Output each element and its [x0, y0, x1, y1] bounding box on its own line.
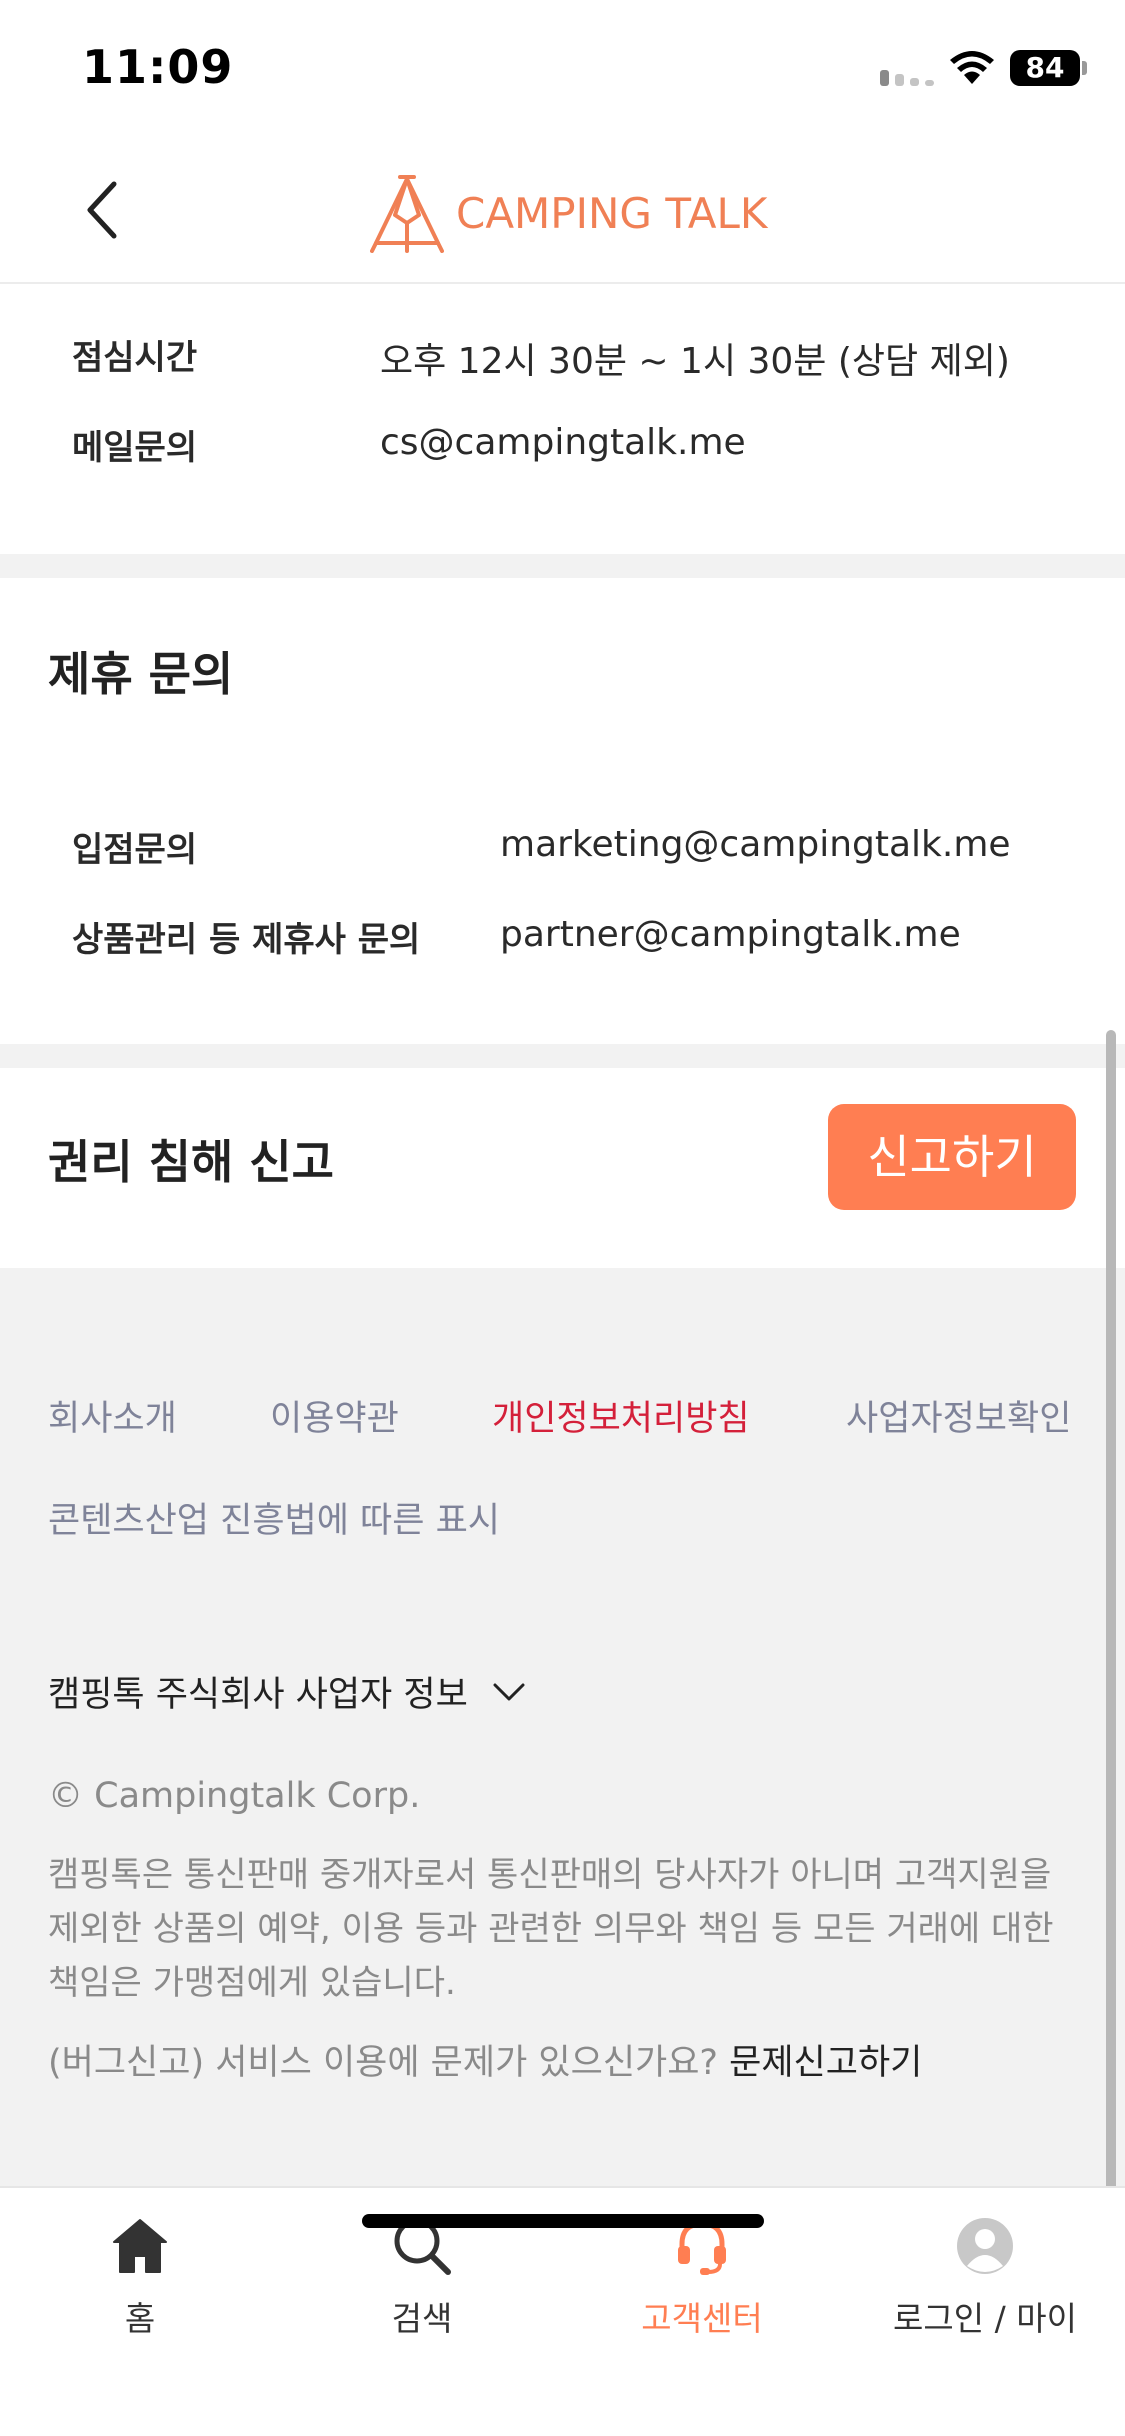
home-indicator: [362, 2214, 764, 2228]
status-time: 11:09: [82, 40, 234, 94]
cs-info-section: 점심시간 오후 12시 30분 ~ 1시 30분 (상담 제외) 메일문의 cs…: [0, 284, 1125, 554]
profile-icon: [957, 2218, 1013, 2274]
info-label: 입점문의: [72, 829, 198, 870]
nav-item-home[interactable]: 홈: [0, 2214, 280, 2344]
wifi-icon: [950, 51, 994, 84]
chevron-left-icon: [87, 181, 117, 239]
info-row-email: 메일문의: [72, 414, 197, 474]
info-value-lunch: 오후 12시 30분 ~ 1시 30분 (상담 제외): [380, 341, 1010, 382]
info-label: 상품관리 등 제휴사 문의: [72, 919, 421, 960]
back-button[interactable]: [70, 170, 140, 250]
info-value-partner-inquiry[interactable]: partner@campingtalk.me: [500, 914, 961, 955]
bug-report-text: (버그신고) 서비스 이용에 문제가 있으신가요?: [48, 2043, 718, 2083]
section-divider: [0, 1044, 1125, 1068]
cellular-signal-icon: [880, 70, 934, 86]
info-value-store-inquiry[interactable]: marketing@campingtalk.me: [500, 824, 1011, 865]
info-value-email[interactable]: cs@campingtalk.me: [380, 422, 746, 463]
scrollbar[interactable]: [1106, 1030, 1116, 2330]
battery-icon: 84: [1010, 50, 1080, 86]
footer-link-company[interactable]: 회사소개: [48, 1390, 177, 1441]
status-bar: 11:09 84: [0, 0, 1125, 140]
logo-text: CAMPING TALK: [456, 188, 768, 238]
business-info-label: 캠핑톡 주식회사 사업자 정보: [48, 1675, 468, 1715]
info-label: 메일문의: [72, 427, 198, 468]
disclaimer-text: 캠핑톡은 통신판매 중개자로서 통신판매의 당사자가 아니며 고객지원을 제외한…: [48, 1855, 1054, 2003]
bug-report-link[interactable]: 문제신고하기: [729, 2043, 922, 2083]
top-header: CAMPING TALK: [0, 140, 1125, 284]
footer-link-terms[interactable]: 이용약관: [270, 1390, 399, 1441]
app-screen: 11:09 84 CAMPING TALK 점심시간 오후 12시 30분 ~ …: [0, 0, 1125, 2436]
footer-link-privacy[interactable]: 개인정보처리방침: [492, 1390, 750, 1441]
home-icon: [113, 2219, 167, 2273]
footer-link-business-check[interactable]: 사업자정보확인: [846, 1390, 1071, 1441]
nav-label: 로그인 / 마이: [893, 2299, 1077, 2338]
bug-report-line: (버그신고) 서비스 이용에 문제가 있으신가요? 문제신고하기: [48, 2034, 922, 2085]
campingtalk-logo[interactable]: CAMPING TALK: [370, 168, 770, 258]
battery-tip: [1082, 61, 1087, 75]
section-divider: [0, 554, 1125, 578]
nav-item-customer-center[interactable]: 고객센터: [562, 2214, 842, 2344]
info-row-lunch: 점심시간: [72, 324, 197, 384]
footer-link-content-law[interactable]: 콘텐츠산업 진흥법에 따른 표시: [48, 1492, 500, 1543]
nav-item-login-my[interactable]: 로그인 / 마이: [845, 2214, 1125, 2344]
tent-logo-icon: [370, 175, 444, 253]
info-label: 점심시간: [72, 337, 198, 378]
nav-label: 고객센터: [641, 2299, 763, 2338]
nav-item-search[interactable]: 검색: [282, 2214, 562, 2344]
rights-section-title: 권리 침해 신고: [48, 1135, 334, 1189]
copyright-text: © Campingtalk Corp.: [48, 1776, 421, 1816]
partner-section: 제휴 문의 입점문의 marketing@campingtalk.me 상품관리…: [0, 578, 1125, 1044]
footer: 회사소개 이용약관 개인정보처리방침 사업자정보확인 콘텐츠산업 진흥법에 따른…: [0, 1268, 1125, 2186]
chevron-down-icon: [493, 1683, 525, 1700]
info-row-partner-inquiry: 상품관리 등 제휴사 문의: [72, 906, 420, 966]
report-button[interactable]: 신고하기: [828, 1104, 1076, 1210]
nav-label: 검색: [391, 2299, 453, 2338]
nav-label: 홈: [124, 2299, 156, 2338]
info-row-store-inquiry: 입점문의: [72, 816, 197, 876]
partner-section-title: 제휴 문의: [48, 647, 234, 701]
business-info-toggle[interactable]: 캠핑톡 주식회사 사업자 정보: [48, 1666, 526, 1717]
rights-report-section: 권리 침해 신고 신고하기: [0, 1068, 1125, 1268]
